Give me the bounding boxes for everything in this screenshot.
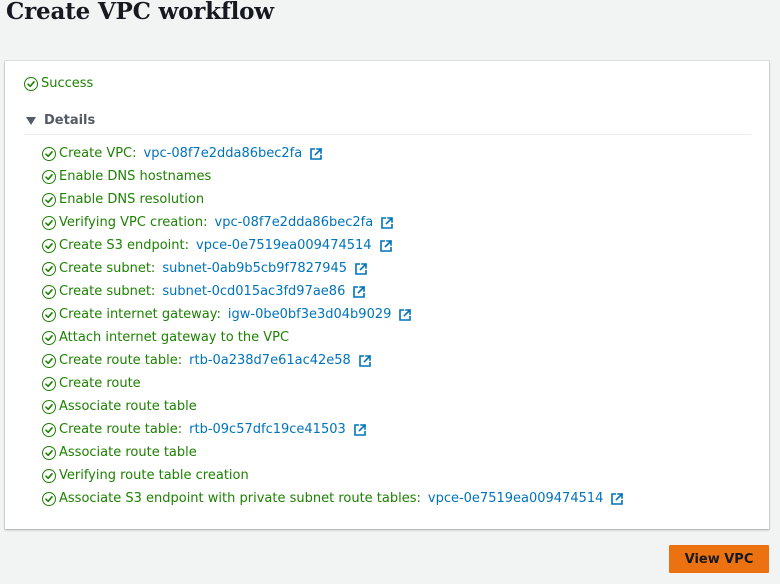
- external-link-icon[interactable]: [352, 285, 366, 299]
- external-link-icon[interactable]: [610, 492, 624, 506]
- resource-link[interactable]: vpc-08f7e2dda86bec2fa: [144, 146, 303, 161]
- step-item: Enable DNS hostnames: [42, 165, 624, 188]
- check-circle-icon: [42, 215, 56, 230]
- status-label: Success: [41, 76, 94, 91]
- check-circle-icon: [42, 192, 56, 207]
- step-item: Associate route table: [42, 395, 624, 418]
- step-item: Associate route table: [42, 441, 624, 464]
- step-item: Create VPC: vpc-08f7e2dda86bec2fa: [42, 142, 624, 165]
- view-vpc-button[interactable]: View VPC: [669, 545, 769, 573]
- step-text: Verifying route table creation: [59, 468, 249, 483]
- caret-down-icon: [26, 116, 36, 125]
- check-circle-icon: [42, 284, 56, 299]
- resource-link[interactable]: subnet-0cd015ac3fd97ae86: [162, 284, 345, 299]
- external-link-icon[interactable]: [354, 262, 368, 276]
- step-text: Create VPC:: [59, 146, 137, 161]
- external-link-icon[interactable]: [379, 239, 393, 253]
- step-text: Associate route table: [59, 399, 197, 414]
- resource-link[interactable]: rtb-0a238d7e61ac42e58: [189, 353, 351, 368]
- external-link-icon[interactable]: [380, 216, 394, 230]
- step-item: Create internet gateway: igw-0be0bf3e3d04…: [42, 303, 624, 326]
- step-item: Create route table: rtb-0a238d7e61ac42e58: [42, 349, 624, 372]
- resource-link[interactable]: vpce-0e7519ea009474514: [196, 238, 372, 253]
- step-text: Enable DNS hostnames: [59, 169, 212, 184]
- check-circle-icon: [42, 491, 56, 506]
- resource-link[interactable]: igw-0be0bf3e3d04b9029: [228, 307, 391, 322]
- external-link-icon[interactable]: [358, 354, 372, 368]
- check-circle-icon: [42, 353, 56, 368]
- steps-list: Create VPC: vpc-08f7e2dda86bec2fa Enable D…: [42, 142, 624, 510]
- resource-link[interactable]: vpce-0e7519ea009474514: [428, 491, 604, 506]
- step-text: Create S3 endpoint:: [59, 238, 190, 253]
- step-text: Associate route table: [59, 445, 197, 460]
- step-item: Create subnet: subnet-0ab9b5cb9f7827945: [42, 257, 624, 280]
- step-text: Create route table:: [59, 353, 183, 368]
- check-circle-icon: [42, 399, 56, 414]
- step-item: Create route table: rtb-09c57dfc19ce41503: [42, 418, 624, 441]
- step-text: Create subnet:: [59, 284, 156, 299]
- step-text: Create subnet:: [59, 261, 156, 276]
- check-circle-icon: [24, 76, 38, 91]
- resource-link[interactable]: vpc-08f7e2dda86bec2fa: [215, 215, 374, 230]
- check-circle-icon: [42, 238, 56, 253]
- check-circle-icon: [42, 169, 56, 184]
- check-circle-icon: [42, 468, 56, 483]
- page-title: Create VPC workflow: [6, 0, 274, 25]
- divider: [24, 134, 751, 135]
- step-item: Enable DNS resolution: [42, 188, 624, 211]
- check-circle-icon: [42, 445, 56, 460]
- workflow-panel: Success Details Create VPC: vpc-08f7e2dda…: [5, 61, 769, 529]
- step-item: Associate S3 endpoint with private subne…: [42, 487, 624, 510]
- resource-link[interactable]: subnet-0ab9b5cb9f7827945: [162, 261, 347, 276]
- check-circle-icon: [42, 330, 56, 345]
- step-item: Verifying route table creation: [42, 464, 624, 487]
- check-circle-icon: [42, 146, 56, 161]
- details-label: Details: [44, 113, 96, 128]
- step-item: Create route: [42, 372, 624, 395]
- step-item: Attach internet gateway to the VPC: [42, 326, 624, 349]
- check-circle-icon: [42, 376, 56, 391]
- step-text: Create internet gateway:: [59, 307, 221, 322]
- status-success: Success: [24, 76, 93, 91]
- step-text: Create route table:: [59, 422, 183, 437]
- resource-link[interactable]: rtb-09c57dfc19ce41503: [189, 422, 346, 437]
- check-circle-icon: [42, 261, 56, 276]
- step-text: Verifying VPC creation:: [59, 215, 208, 230]
- external-link-icon[interactable]: [353, 423, 367, 437]
- step-text: Attach internet gateway to the VPC: [59, 330, 290, 345]
- step-text: Associate S3 endpoint with private subne…: [59, 491, 421, 506]
- check-circle-icon: [42, 422, 56, 437]
- step-item: Create S3 endpoint: vpce-0e7519ea00947451…: [42, 234, 624, 257]
- external-link-icon[interactable]: [309, 147, 323, 161]
- step-item: Create subnet: subnet-0cd015ac3fd97ae86: [42, 280, 624, 303]
- check-circle-icon: [42, 307, 56, 322]
- step-text: Create route: [59, 376, 141, 391]
- step-text: Enable DNS resolution: [59, 192, 205, 207]
- details-toggle[interactable]: Details: [26, 113, 95, 128]
- external-link-icon[interactable]: [398, 308, 412, 322]
- step-item: Verifying VPC creation: vpc-08f7e2dda86be…: [42, 211, 624, 234]
